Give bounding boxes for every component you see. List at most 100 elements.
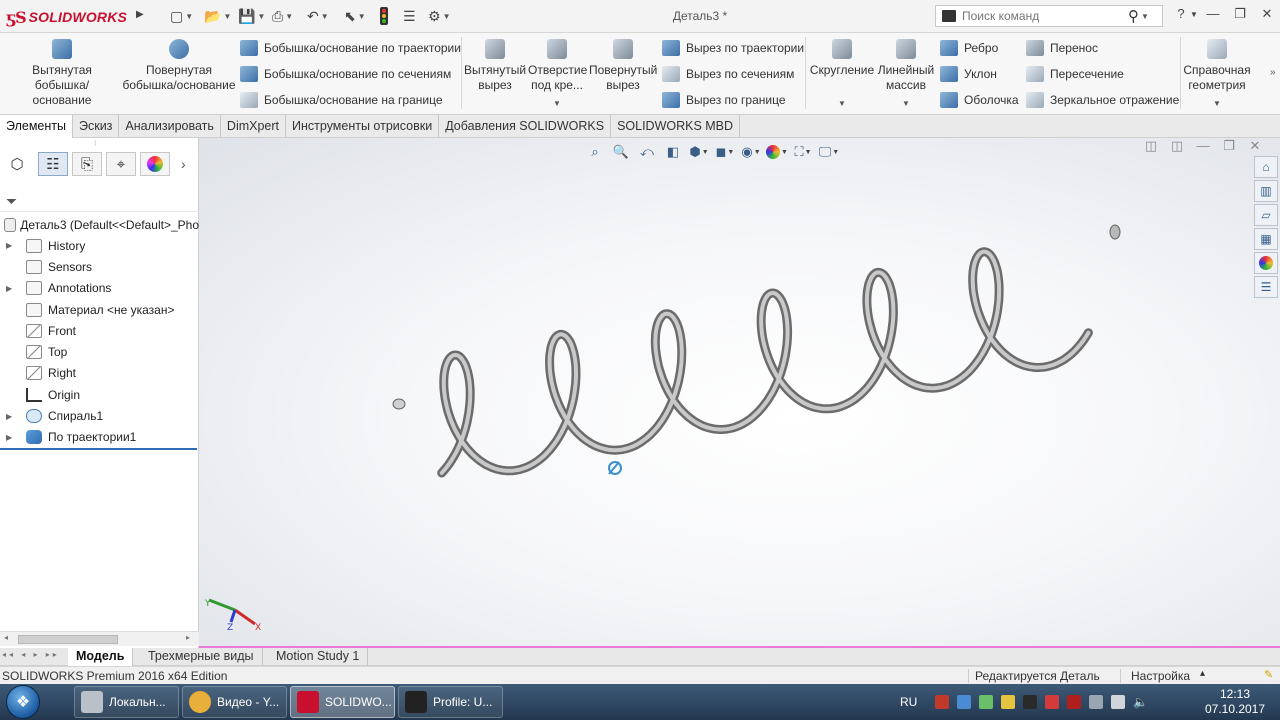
feature-manager-tab[interactable]: ⬡ bbox=[2, 152, 32, 176]
expand-arrow-icon[interactable]: ▶ bbox=[6, 284, 18, 293]
language-indicator[interactable]: RU bbox=[900, 695, 917, 709]
dimxpert-manager-tab[interactable]: ⌖ bbox=[106, 152, 136, 176]
reference-geometry-button[interactable]: Справочная геометрия bbox=[1182, 39, 1252, 93]
appearances-tab[interactable] bbox=[1254, 252, 1278, 274]
tree-item[interactable]: Right bbox=[0, 363, 199, 384]
chevron-down-icon[interactable]: ▼ bbox=[1141, 12, 1149, 21]
hide-show-items-button[interactable]: ◉ ▼ bbox=[740, 143, 762, 161]
previous-view-button[interactable]: ⤺ bbox=[636, 143, 658, 161]
tree-item[interactable]: Origin bbox=[0, 384, 199, 405]
mirror-button[interactable]: Зеркальное отражение bbox=[1026, 92, 1179, 108]
hole-wizard-button[interactable]: Отверстие под кре... bbox=[528, 39, 587, 93]
pdf-icon[interactable] bbox=[1067, 695, 1082, 709]
edit-appearance-button[interactable]: ▼ bbox=[766, 143, 788, 161]
adobe-icon[interactable] bbox=[935, 695, 950, 709]
restore-doc-icon[interactable]: ❐ bbox=[1216, 138, 1242, 154]
extruded-boss-button[interactable]: Вытянутая бобышка/основание bbox=[6, 39, 118, 108]
scroll-thumb[interactable] bbox=[18, 635, 118, 644]
select-button[interactable]: ⬉ ▼ bbox=[344, 6, 366, 26]
minimize-doc-icon[interactable]: — bbox=[1190, 138, 1216, 154]
print-button[interactable]: ⎙ ▼ bbox=[272, 6, 293, 26]
warning-icon[interactable] bbox=[1001, 695, 1016, 709]
apply-scene-button[interactable]: ⛶ ▼ bbox=[792, 143, 814, 161]
options-button[interactable]: ⚙ ▼ bbox=[428, 6, 450, 26]
view-palette-tab[interactable]: ▦ bbox=[1254, 228, 1278, 250]
panel-horizontal-scrollbar[interactable]: ◂ ▸ bbox=[0, 631, 199, 646]
expand-arrow-icon[interactable]: ▶ bbox=[6, 241, 18, 250]
tree-item[interactable]: ▶ Annotations bbox=[0, 278, 199, 299]
linear-pattern-button[interactable]: Линейный массив bbox=[876, 39, 936, 93]
fillet-button[interactable]: Скругление bbox=[808, 39, 876, 78]
bottom-tab-1[interactable]: Трехмерные виды bbox=[140, 648, 263, 666]
chevron-down-icon[interactable]: ▼ bbox=[1213, 99, 1221, 108]
minimize-button[interactable]: — bbox=[1203, 6, 1223, 21]
shell-button[interactable]: Оболочка bbox=[940, 92, 1019, 108]
tree-item[interactable]: ▶ History bbox=[0, 235, 199, 256]
app-tray-icon[interactable] bbox=[1023, 695, 1038, 709]
tile-left-icon[interactable]: ◫ bbox=[1138, 138, 1164, 154]
ribbon-more-arrow-icon[interactable]: » bbox=[1270, 67, 1276, 78]
search-input[interactable] bbox=[962, 9, 1122, 23]
swept-cut-button[interactable]: Вырез по траектории bbox=[662, 40, 804, 56]
monitor-tray-icon[interactable] bbox=[1089, 695, 1104, 709]
save-button[interactable]: 💾 ▼ bbox=[238, 6, 265, 26]
lofted-cut-button[interactable]: Вырез по сечениям bbox=[662, 66, 794, 82]
scroll-right-icon[interactable]: ▸ bbox=[186, 633, 190, 642]
sweep-start-face[interactable] bbox=[392, 398, 406, 410]
boundary-cut-button[interactable]: Вырез по границе bbox=[662, 92, 786, 108]
zoom-to-fit-button[interactable]: ⌕ bbox=[584, 143, 606, 161]
new-document-button[interactable]: ▢ ▼ bbox=[170, 6, 193, 26]
chevron-down-icon[interactable]: ▼ bbox=[902, 99, 910, 108]
close-doc-icon[interactable]: ✕ bbox=[1242, 138, 1268, 154]
extruded-cut-button[interactable]: Вытянутый вырез bbox=[464, 39, 526, 93]
menu-expand-arrow-icon[interactable]: ▶ bbox=[136, 9, 144, 20]
file-explorer-tab[interactable]: ▱ bbox=[1254, 204, 1278, 226]
file-properties-button[interactable]: ☰ bbox=[403, 6, 416, 26]
tree-root-part[interactable]: Деталь3 (Default<<Default>_Pho bbox=[0, 214, 199, 235]
network-icon[interactable] bbox=[1111, 695, 1126, 709]
chevron-down-icon[interactable]: ▼ bbox=[553, 99, 561, 108]
tree-item[interactable]: Sensors bbox=[0, 256, 199, 277]
tab-0[interactable]: Элементы bbox=[0, 115, 73, 138]
swept-boss-button[interactable]: Бобышка/основание по траектории bbox=[240, 40, 461, 56]
revolved-boss-button[interactable]: Повернутая бобышка/основание bbox=[122, 39, 236, 93]
bottom-tab-0[interactable]: Модель bbox=[68, 648, 134, 666]
tab-6[interactable]: SOLIDWORKS MBD bbox=[611, 115, 741, 138]
expand-arrow-icon[interactable]: ▶ bbox=[6, 433, 18, 442]
bottom-tab-2[interactable]: Motion Study 1 bbox=[268, 648, 369, 666]
search-icon[interactable]: ⚲ bbox=[1128, 7, 1139, 25]
network-monitor-icon[interactable] bbox=[957, 695, 972, 709]
taskbar-task[interactable]: Локальн... bbox=[74, 686, 179, 718]
restore-button[interactable]: ❐ bbox=[1230, 6, 1250, 22]
lofted-boss-button[interactable]: Бобышка/основание по сечениям bbox=[240, 66, 451, 82]
chevron-down-icon[interactable]: ▼ bbox=[1184, 10, 1204, 19]
volume-icon[interactable]: 🔈 bbox=[1133, 695, 1148, 709]
expand-arrow-icon[interactable]: ▶ bbox=[6, 412, 18, 421]
boundary-boss-button[interactable]: Бобышка/основание на границе bbox=[240, 92, 443, 108]
solidworks-tray-icon[interactable] bbox=[1045, 695, 1060, 709]
rebuild-pencil-icon[interactable]: ✎ bbox=[1264, 668, 1273, 681]
chevron-down-icon[interactable]: ▼ bbox=[838, 99, 846, 108]
taskbar-task[interactable]: Видео - Y... bbox=[182, 686, 287, 718]
rib-button[interactable]: Ребро bbox=[940, 40, 998, 56]
tree-item[interactable]: ▶ Спираль1 bbox=[0, 405, 199, 426]
configuration-manager-tab[interactable]: ⎘ bbox=[72, 152, 102, 176]
display-manager-tab[interactable] bbox=[140, 152, 170, 176]
tab-scroll-arrows-icon[interactable]: ◂◂ ◂ ▸ ▸▸ bbox=[2, 650, 60, 659]
display-style-button[interactable]: ◼ ▼ bbox=[714, 143, 736, 161]
solidworks-resources-tab[interactable]: ⌂ bbox=[1254, 156, 1278, 178]
scroll-left-icon[interactable]: ◂ bbox=[4, 633, 8, 642]
settings-label[interactable]: Настройка bbox=[1131, 669, 1190, 683]
panel-grip-icon[interactable]: ⁝ bbox=[94, 139, 97, 148]
design-library-tab[interactable]: ▥ bbox=[1254, 180, 1278, 202]
tile-right-icon[interactable]: ◫ bbox=[1164, 138, 1190, 154]
command-search[interactable]: ⚲▼ bbox=[935, 5, 1163, 27]
tree-item[interactable]: Top bbox=[0, 341, 199, 362]
tree-item[interactable]: ▶ По траектории1 bbox=[0, 427, 199, 448]
close-button[interactable]: ✕ bbox=[1257, 6, 1277, 22]
open-button[interactable]: 📂 ▼ bbox=[204, 6, 231, 26]
taskbar-task[interactable]: Profile: U... bbox=[398, 686, 503, 718]
chevron-right-icon[interactable]: › bbox=[181, 156, 186, 172]
start-button[interactable]: ❖ bbox=[6, 685, 40, 719]
custom-properties-tab[interactable]: ☰ bbox=[1254, 276, 1278, 298]
